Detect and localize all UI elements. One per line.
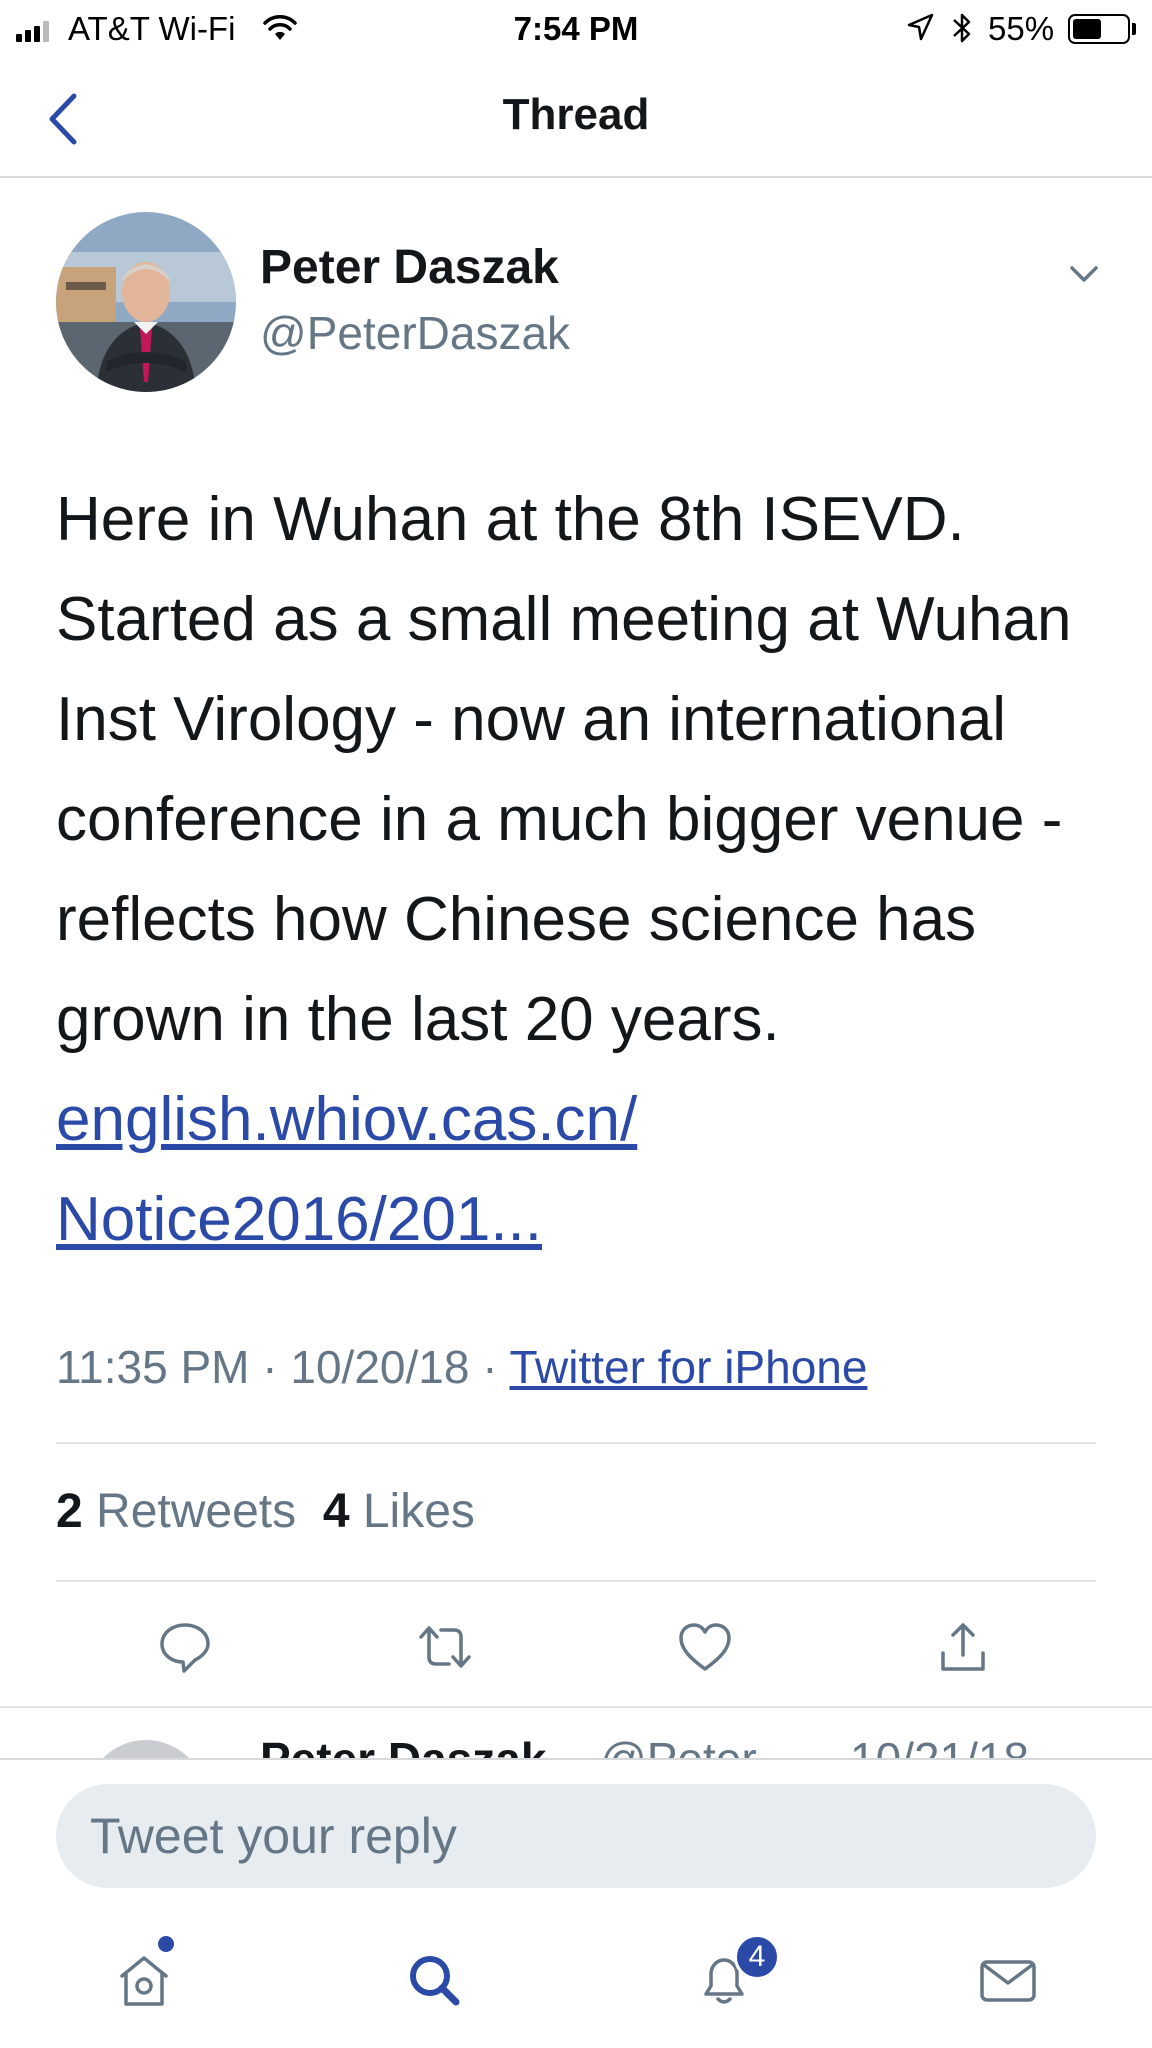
tweet-body: Here in Wuhan at the 8th ISEVD. Started … xyxy=(56,485,1072,1054)
battery-icon xyxy=(1068,14,1130,44)
avatar[interactable] xyxy=(86,1740,206,1758)
likes-count: 4 xyxy=(322,1485,350,1538)
tab-search[interactable] xyxy=(394,1940,474,2020)
battery-fill xyxy=(1073,19,1101,39)
notifications-badge: 4 xyxy=(734,1934,780,1980)
divider xyxy=(0,1706,1152,1708)
retweet-button[interactable] xyxy=(410,1612,480,1682)
tweet-stats: 2 Retweets 4 Likes xyxy=(56,1484,475,1539)
likes-label: Likes xyxy=(362,1485,475,1538)
divider xyxy=(56,1580,1096,1582)
tweet-time: 11:35 PM xyxy=(56,1341,250,1393)
user-handle: @Peter... xyxy=(600,1732,792,1758)
status-bar: AT&T Wi-Fi 7:54 PM 55% xyxy=(0,0,1152,60)
meta-separator: · xyxy=(469,1341,510,1393)
next-tweet[interactable]: Peter Daszak @Peter... 10/21/18 xyxy=(0,1710,1152,1758)
share-icon xyxy=(941,1623,985,1671)
tweet-source-link[interactable]: Twitter for iPhone xyxy=(510,1341,868,1393)
reply-icon xyxy=(160,1623,210,1673)
search-icon xyxy=(410,1956,460,2006)
bluetooth-icon xyxy=(953,13,971,43)
tab-home[interactable] xyxy=(104,1940,184,2020)
home-icon xyxy=(120,1956,168,2006)
retweet-icon xyxy=(419,1626,471,1668)
tweet-actions xyxy=(0,1612,1152,1682)
avatar[interactable] xyxy=(56,212,236,392)
retweets-count: 2 xyxy=(56,1485,83,1538)
tweet-meta: 11:35 PM · 10/20/18 · Twitter for iPhone xyxy=(56,1340,867,1394)
battery-tip xyxy=(1132,23,1136,35)
reply-input[interactable] xyxy=(56,1784,1096,1888)
reply-button[interactable] xyxy=(150,1612,220,1682)
retweets-stat[interactable]: 2 Retweets xyxy=(56,1485,296,1538)
tab-messages[interactable] xyxy=(968,1940,1048,2020)
display-name[interactable]: Peter Daszak xyxy=(260,1732,546,1758)
like-icon xyxy=(679,1623,731,1671)
clock: 7:54 PM xyxy=(513,10,639,47)
tweet-text: Here in Wuhan at the 8th ISEVD. Started … xyxy=(56,470,1116,1270)
meta-separator: · xyxy=(249,1341,291,1393)
caret-down-icon xyxy=(1070,266,1098,282)
display-name[interactable]: Peter Daszak xyxy=(260,240,559,295)
retweets-label: Retweets xyxy=(96,1485,297,1538)
tweet-options-button[interactable] xyxy=(1064,254,1104,294)
reply-bar xyxy=(0,1758,1152,1888)
tweet-date: 10/21/18 xyxy=(850,1732,1029,1758)
user-handle[interactable]: @PeterDaszak xyxy=(260,306,570,360)
page-title: Thread xyxy=(502,90,650,139)
divider xyxy=(56,1442,1096,1444)
tweet-link[interactable]: english.whiov.cas.cn/ Notice2016/201... xyxy=(56,1085,637,1254)
like-button[interactable] xyxy=(670,1612,740,1682)
avatar-image xyxy=(56,212,236,392)
tweet-date: 10/20/18 xyxy=(290,1341,470,1393)
messages-icon xyxy=(980,1960,1036,2002)
home-unread-dot xyxy=(158,1936,174,1952)
share-button[interactable] xyxy=(928,1612,998,1682)
battery-percent: 55% xyxy=(988,10,1055,47)
location-icon xyxy=(907,13,934,41)
nav-header: Thread xyxy=(0,60,1152,178)
likes-stat[interactable]: 4 Likes xyxy=(323,1485,475,1538)
